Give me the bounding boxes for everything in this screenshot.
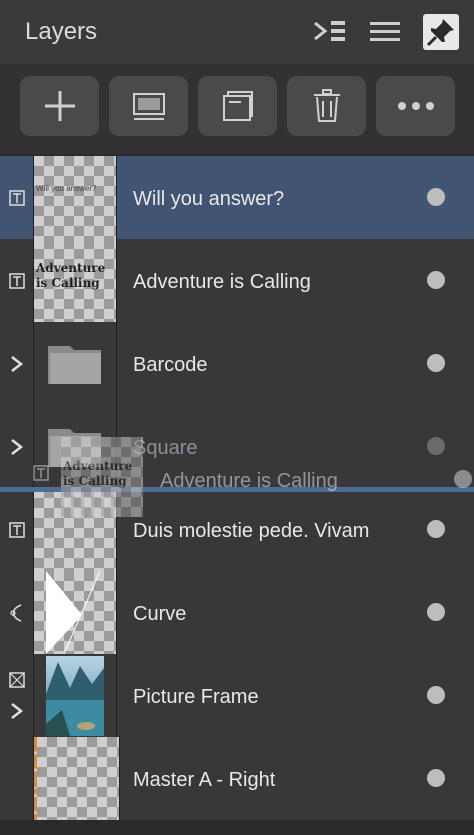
trash-icon [313, 89, 340, 122]
layer-indent-icon[interactable] [312, 14, 348, 50]
layer-name: Master A - Right [133, 769, 276, 791]
ghost-thumbnail-text: Adventure is Calling [63, 459, 133, 488]
layers-toolbar [0, 64, 474, 154]
layer-row[interactable]: Barcode [0, 322, 474, 406]
lake-photo-image [46, 656, 104, 736]
curve-shape-icon [46, 570, 101, 655]
layer-thumbnail: Adventure is Calling [34, 239, 117, 322]
layer-name: Duis molestie pede. Vivam [133, 520, 370, 542]
expand-chevron-icon[interactable] [10, 702, 24, 720]
layer-name: Curve [133, 603, 187, 625]
frame-layer-icon [0, 654, 34, 737]
layer-row[interactable]: Will you answer? Will you answer? [0, 156, 474, 240]
menu-icon[interactable] [367, 14, 403, 50]
group-layers-button[interactable] [198, 76, 277, 136]
thumbnail-text: Will you answer? [36, 184, 97, 193]
plus-icon [44, 91, 75, 121]
dragged-layer-ghost[interactable]: Adventure is Calling Adventure is Callin… [33, 437, 474, 517]
ghost-layer-name: Adventure is Calling [160, 470, 338, 492]
layer-row[interactable]: Master A - Right [0, 737, 474, 821]
layer-name: Adventure is Calling [133, 271, 311, 293]
visibility-toggle[interactable] [427, 686, 445, 704]
expand-chevron-icon[interactable] [0, 322, 34, 405]
ghost-thumbnail: Adventure is Calling [61, 437, 143, 517]
mask-icon [132, 93, 165, 120]
expand-chevron-icon[interactable] [0, 405, 34, 488]
layer-thumbnail [34, 570, 117, 655]
text-layer-icon [0, 156, 34, 239]
pin-icon[interactable] [423, 14, 459, 50]
delete-layer-button[interactable] [287, 76, 366, 136]
text-layer-icon [0, 488, 34, 571]
panel-header: Layers [0, 0, 474, 64]
visibility-toggle[interactable] [427, 769, 445, 787]
ellipsis-icon [397, 102, 434, 110]
thumbnail-text: Adventure is Calling [36, 261, 106, 290]
text-layer-icon [0, 239, 34, 322]
text-layer-icon [33, 465, 49, 486]
visibility-toggle[interactable] [427, 520, 445, 538]
visibility-toggle[interactable] [427, 603, 445, 621]
layer-row[interactable]: Adventure is Calling Adventure is Callin… [0, 239, 474, 323]
layer-thumbnail: Will you answer? [34, 156, 117, 239]
visibility-toggle[interactable] [427, 188, 445, 206]
group-icon [222, 91, 253, 121]
mask-layer-button[interactable] [109, 76, 188, 136]
more-options-button[interactable] [376, 76, 455, 136]
panel-title: Layers [25, 18, 98, 45]
layer-name: Picture Frame [133, 686, 259, 708]
ghost-visibility-dot [454, 470, 472, 488]
master-layer-icon [0, 737, 34, 820]
add-layer-button[interactable] [20, 76, 99, 136]
curve-layer-icon [0, 571, 34, 654]
layer-thumbnail [34, 654, 117, 737]
layer-name: Will you answer? [133, 188, 285, 210]
visibility-toggle[interactable] [427, 271, 445, 289]
layer-row[interactable]: Picture Frame [0, 654, 474, 738]
visibility-toggle[interactable] [427, 354, 445, 372]
layer-thumbnail [34, 737, 120, 820]
bottom-bar [0, 820, 474, 835]
layer-row[interactable]: Curve [0, 570, 474, 655]
folder-icon [48, 346, 101, 384]
layer-thumbnail [34, 322, 117, 405]
layer-name: Barcode [133, 354, 208, 376]
